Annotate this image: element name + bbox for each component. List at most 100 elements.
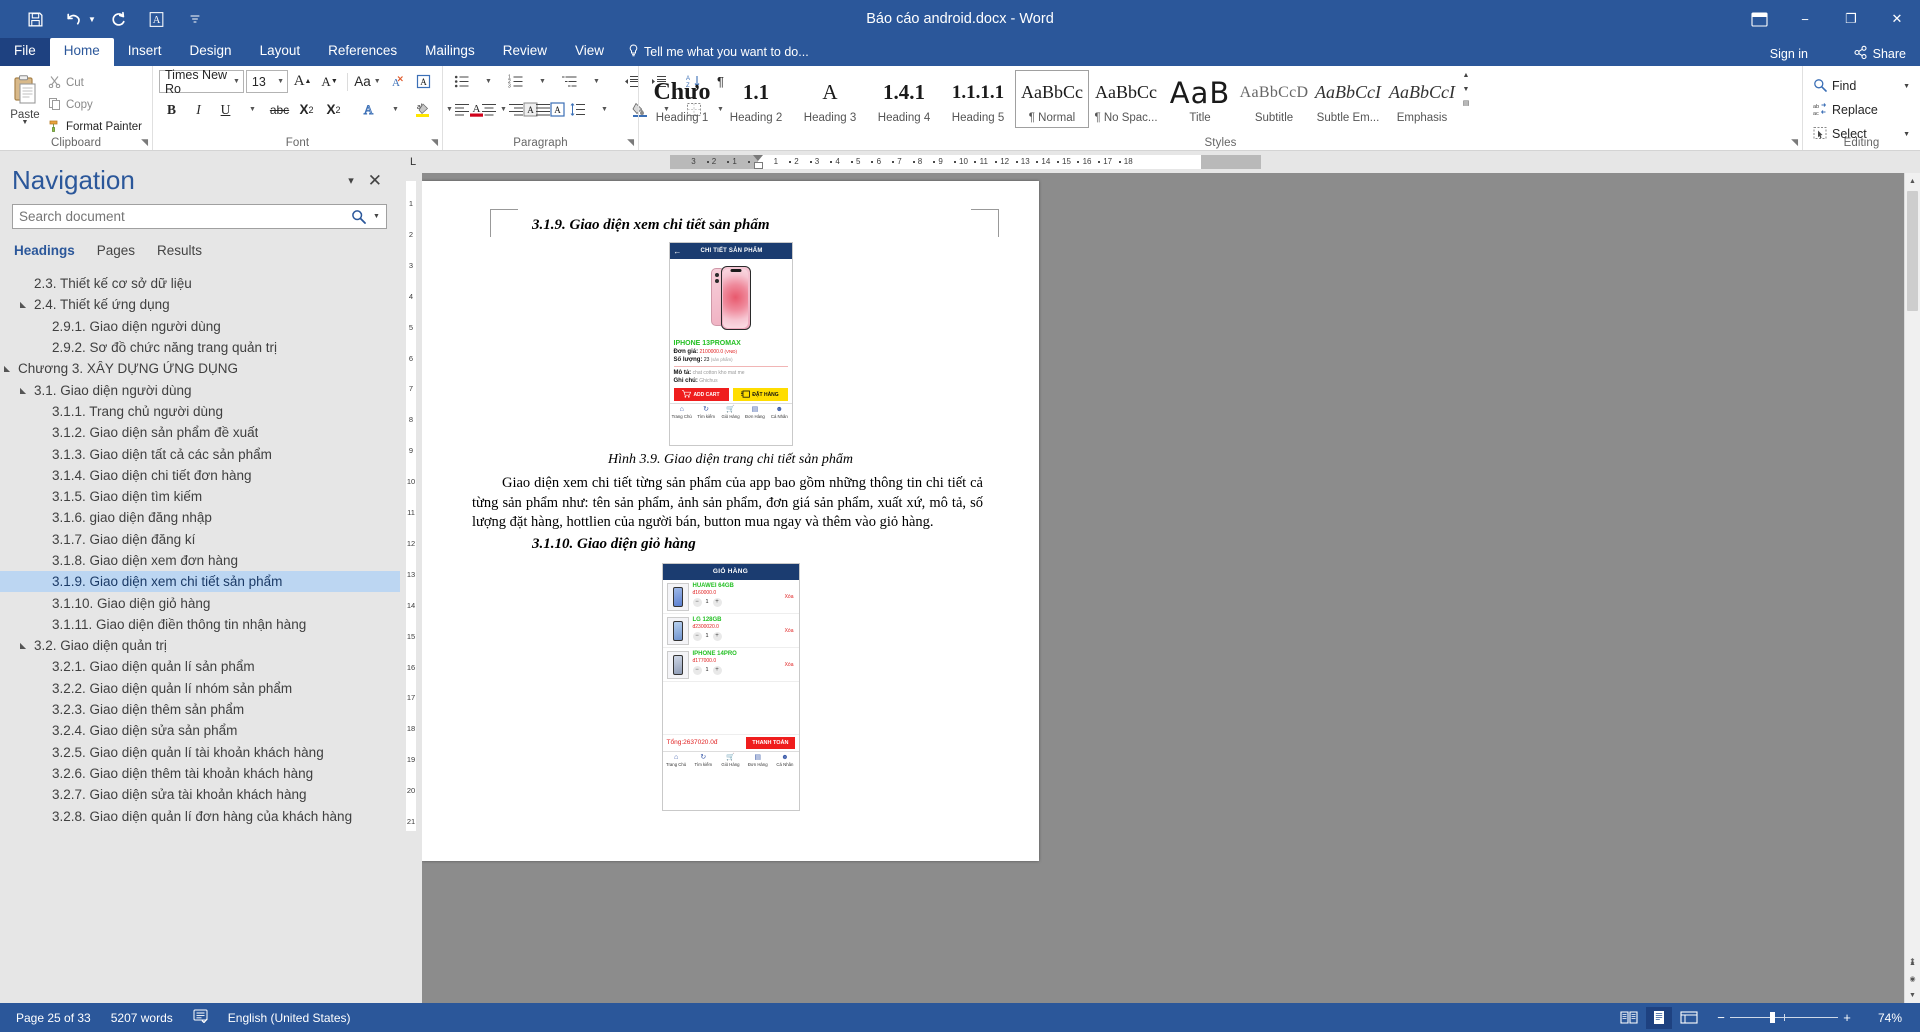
zoom-level[interactable]: 74% bbox=[1866, 1011, 1908, 1025]
paste-dropdown-icon[interactable]: ▼ bbox=[22, 119, 29, 126]
nav-heading-item[interactable]: ◢3.2.7. Giao diện sửa tài khoản khách hà… bbox=[0, 784, 400, 805]
multilevel-list-icon[interactable] bbox=[557, 69, 582, 94]
styles-dialog-launcher[interactable]: ◥ bbox=[1791, 137, 1798, 148]
style-subtitle[interactable]: AaBbCcD Subtitle bbox=[1237, 70, 1311, 128]
clear-formatting-icon[interactable]: A bbox=[384, 69, 409, 94]
tab-layout[interactable]: Layout bbox=[246, 38, 315, 66]
tab-insert[interactable]: Insert bbox=[114, 38, 176, 66]
gallery-down-icon[interactable]: ▼ bbox=[1459, 86, 1473, 94]
nav-tab-headings[interactable]: Headings bbox=[14, 243, 75, 261]
sign-in-link[interactable]: Sign in bbox=[1770, 47, 1808, 61]
align-left-icon[interactable] bbox=[449, 97, 474, 122]
language-indicator[interactable]: English (United States) bbox=[218, 1011, 361, 1025]
nav-heading-item[interactable]: ◢3.2.2. Giao diện quản lí nhóm sản phẩm bbox=[0, 678, 400, 699]
nav-heading-item[interactable]: ◢3.2.3. Giao diện thêm sản phẩm bbox=[0, 699, 400, 720]
tab-file[interactable]: File bbox=[0, 38, 50, 66]
read-mode-icon[interactable] bbox=[1616, 1007, 1642, 1029]
next-page-icon[interactable]: ▼ bbox=[1905, 987, 1920, 1003]
nav-heading-item[interactable]: ◢3.1.11. Giao diện điền thông tin nhận h… bbox=[0, 614, 400, 635]
tell-me-box[interactable]: Tell me what you want to do... bbox=[618, 40, 819, 66]
word-count[interactable]: 5207 words bbox=[101, 1011, 183, 1025]
select-browse-object-icon[interactable]: ◉ bbox=[1905, 971, 1920, 987]
previous-page-icon[interactable]: ▲ bbox=[1905, 955, 1920, 971]
style-heading-4[interactable]: 1.4.1 Heading 4 bbox=[867, 70, 941, 128]
cut-button[interactable]: Cut bbox=[44, 73, 146, 93]
tab-view[interactable]: View bbox=[561, 38, 618, 66]
nav-heading-item[interactable]: ◢3.2.4. Giao diện sửa sản phẩm bbox=[0, 720, 400, 741]
search-box[interactable]: ▼ bbox=[12, 204, 387, 229]
text-effects-dropdown-icon[interactable]: ▼ bbox=[383, 97, 408, 122]
format-painter-button[interactable]: Format Painter bbox=[44, 117, 146, 137]
document-page[interactable]: 3.1.9. Giao diện xem chi tiết sản phẩm ←… bbox=[422, 181, 1039, 861]
bold-button[interactable]: B bbox=[159, 97, 184, 122]
style-heading-1[interactable]: Chưo Heading 1 bbox=[645, 70, 719, 128]
nav-heading-item[interactable]: ◢ 2.4. Thiết kế ứng dụng bbox=[0, 294, 400, 315]
style-heading-3[interactable]: A Heading 3 bbox=[793, 70, 867, 128]
style-normal[interactable]: AaBbCc ¶ Normal bbox=[1015, 70, 1089, 128]
underline-dropdown-icon[interactable]: ▼ bbox=[240, 97, 265, 122]
vertical-scrollbar[interactable]: ▲ ⬍ ▲ ◉ ▼ bbox=[1904, 173, 1920, 1003]
bullets-icon[interactable] bbox=[449, 69, 474, 94]
nav-heading-item[interactable]: ◢3.1.10. Giao diện giỏ hàng bbox=[0, 592, 400, 613]
style-heading-5[interactable]: 1.1.1.1 Heading 5 bbox=[941, 70, 1015, 128]
nav-tab-pages[interactable]: Pages bbox=[97, 243, 135, 261]
multilevel-dropdown-icon[interactable]: ▼ bbox=[584, 69, 609, 94]
web-layout-icon[interactable] bbox=[1676, 1007, 1702, 1029]
font-dialog-launcher[interactable]: ◥ bbox=[431, 137, 438, 148]
nav-heading-item[interactable]: ◢3.1.7. Giao diện đăng kí bbox=[0, 529, 400, 550]
nav-heading-item[interactable]: ◢ Chương 3. XÂY DỰNG ỨNG DỤNG bbox=[0, 358, 400, 379]
nav-heading-item[interactable]: ◢3.1.9. Giao diện xem chi tiết sản phẩm bbox=[0, 571, 400, 593]
ruler-right-margin[interactable] bbox=[1200, 155, 1261, 169]
search-options-icon[interactable]: ▼ bbox=[373, 213, 386, 220]
pane-options-icon[interactable]: ▾ bbox=[342, 170, 360, 191]
nav-heading-item[interactable]: ◢3.1.5. Giao diện tìm kiếm bbox=[0, 486, 400, 507]
nav-heading-item[interactable]: ◢3.2.8. Giao diện quản lí đơn hàng của k… bbox=[0, 805, 400, 826]
minimize-button[interactable]: − bbox=[1782, 0, 1828, 38]
nav-heading-item[interactable]: ◢3.1.3. Giao diện tất cả các sản phẩm bbox=[0, 443, 400, 464]
nav-heading-item[interactable]: ◢2.9.2. Sơ đồ chức năng trang quản trị bbox=[0, 337, 400, 358]
subscript-button[interactable]: X2 bbox=[294, 97, 319, 122]
style-heading-2[interactable]: 1.1 Heading 2 bbox=[719, 70, 793, 128]
nav-heading-item[interactable]: ◢3.1.6. giao diện đăng nhập bbox=[0, 507, 400, 528]
style-emphasis[interactable]: AaBbCcI Emphasis bbox=[1385, 70, 1459, 128]
gallery-up-icon[interactable]: ▲ bbox=[1459, 72, 1473, 80]
style-a-icon[interactable]: A bbox=[140, 4, 174, 34]
tab-references[interactable]: References bbox=[314, 38, 411, 66]
left-indent-marker[interactable] bbox=[754, 162, 763, 169]
text-highlight-shading-icon[interactable]: A bbox=[411, 69, 436, 94]
zoom-knob[interactable] bbox=[1770, 1012, 1775, 1023]
clipboard-dialog-launcher[interactable]: ◥ bbox=[141, 137, 148, 148]
close-button[interactable]: ✕ bbox=[1874, 0, 1920, 38]
search-input[interactable] bbox=[19, 209, 343, 224]
change-case-button[interactable]: Aa ▼ bbox=[353, 69, 382, 94]
nav-heading-item[interactable]: ◢3.1.8. Giao diện xem đơn hàng bbox=[0, 550, 400, 571]
tab-design[interactable]: Design bbox=[176, 38, 246, 66]
font-size-combo[interactable]: 13 ▼ bbox=[245, 70, 289, 93]
line-spacing-dropdown-icon[interactable]: ▼ bbox=[592, 97, 617, 122]
style-no-spacing[interactable]: AaBbCc ¶ No Spac... bbox=[1089, 70, 1163, 128]
text-highlight-color-icon[interactable]: ab bbox=[410, 97, 435, 122]
tab-home[interactable]: Home bbox=[49, 38, 114, 66]
zoom-track[interactable] bbox=[1730, 1012, 1838, 1023]
italic-button[interactable]: I bbox=[186, 97, 211, 122]
font-name-combo[interactable]: Times New Ro ▼ bbox=[159, 68, 244, 96]
align-center-icon[interactable] bbox=[476, 97, 501, 122]
collapse-triangle-icon[interactable]: ◢ bbox=[16, 641, 30, 650]
line-spacing-icon[interactable] bbox=[565, 97, 590, 122]
shrink-font-button[interactable]: A ▼ bbox=[317, 69, 342, 94]
navigation-headings-list[interactable]: ◢2.3. Thiết kế cơ sở dữ liệu◢2.4. Thiết … bbox=[0, 269, 400, 1003]
find-button[interactable]: Find ▼ bbox=[1809, 74, 1914, 98]
save-icon[interactable] bbox=[18, 4, 52, 34]
tab-mailings[interactable]: Mailings bbox=[411, 38, 489, 66]
undo-icon[interactable] bbox=[56, 4, 90, 34]
text-effects-icon[interactable]: A bbox=[356, 97, 381, 122]
replace-button[interactable]: ab ac Replace bbox=[1809, 98, 1914, 122]
nav-heading-item[interactable]: ◢3.2.1. Giao diện quản lí sản phẩm bbox=[0, 656, 400, 677]
justify-icon[interactable] bbox=[530, 97, 555, 122]
nav-heading-item[interactable]: ◢ 3.1. Giao diện người dùng bbox=[0, 379, 400, 400]
numbering-dropdown-icon[interactable]: ▼ bbox=[530, 69, 555, 94]
redo-icon[interactable] bbox=[102, 4, 136, 34]
undo-dropdown-icon[interactable]: ▼ bbox=[88, 15, 96, 24]
nav-heading-item[interactable]: ◢3.2.5. Giao diện quản lí tài khoản khác… bbox=[0, 742, 400, 763]
nav-heading-item[interactable]: ◢3.1.1. Trang chủ người dùng bbox=[0, 401, 400, 422]
